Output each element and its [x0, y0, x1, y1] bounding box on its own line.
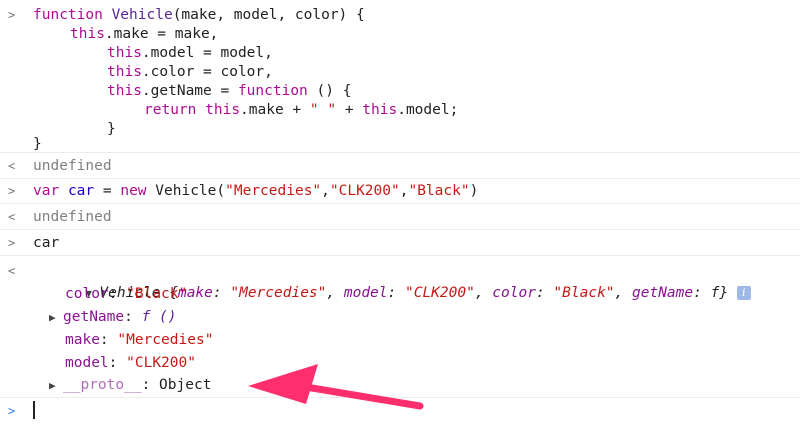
function-name: Vehicle	[111, 7, 173, 23]
code-line-var-car: var car = new Vehicle("Mercedies","CLK20…	[33, 183, 479, 199]
object-summary[interactable]: ▼ Vehicle {make: "Mercedies", model: "CLK…	[33, 260, 751, 301]
output-prompt-chevron: <	[8, 159, 16, 173]
object-prop-make: make: "Mercedies"	[65, 332, 214, 348]
console-input-line[interactable]	[0, 398, 800, 443]
collapsed-triangle-icon[interactable]: ▶	[49, 307, 63, 329]
input-prompt-chevron: >	[8, 184, 16, 198]
object-prop-getName[interactable]: ▶ getName: f ()	[49, 306, 177, 328]
console-entry-car[interactable]: > car	[0, 230, 800, 256]
console-result-1: < undefined	[0, 153, 800, 179]
output-prompt-chevron: <	[8, 264, 16, 278]
text-cursor	[33, 401, 35, 419]
code-line-car: car	[33, 235, 60, 251]
console-entry-function-definition[interactable]: > function Vehicle(make, model, color) {…	[0, 0, 800, 153]
info-icon[interactable]: i	[736, 286, 751, 300]
object-prop-color: color: "Black"	[65, 286, 188, 302]
input-prompt-chevron: >	[8, 236, 16, 250]
code-line-7: }	[107, 121, 116, 137]
object-prop-proto[interactable]: ▶ __proto__: Object	[49, 374, 211, 396]
console-entry-new-vehicle[interactable]: > var car = new Vehicle("Mercedies","CLK…	[0, 179, 800, 204]
object-prop-model: model: "CLK200"	[65, 355, 196, 371]
code-line-8: }	[33, 136, 42, 152]
input-prompt-chevron: >	[8, 8, 16, 22]
collapsed-triangle-icon[interactable]: ▶	[49, 375, 63, 397]
result-undefined: undefined	[33, 158, 112, 174]
console-result-object: < ▼ Vehicle {make: "Mercedies", model: "C…	[0, 256, 800, 398]
output-prompt-chevron: <	[8, 210, 16, 224]
devtools-console: > function Vehicle(make, model, color) {…	[0, 0, 800, 443]
console-result-2: < undefined	[0, 204, 800, 230]
code-line-6: return this.make + " " + this.model;	[144, 102, 459, 118]
result-undefined: undefined	[33, 209, 112, 225]
